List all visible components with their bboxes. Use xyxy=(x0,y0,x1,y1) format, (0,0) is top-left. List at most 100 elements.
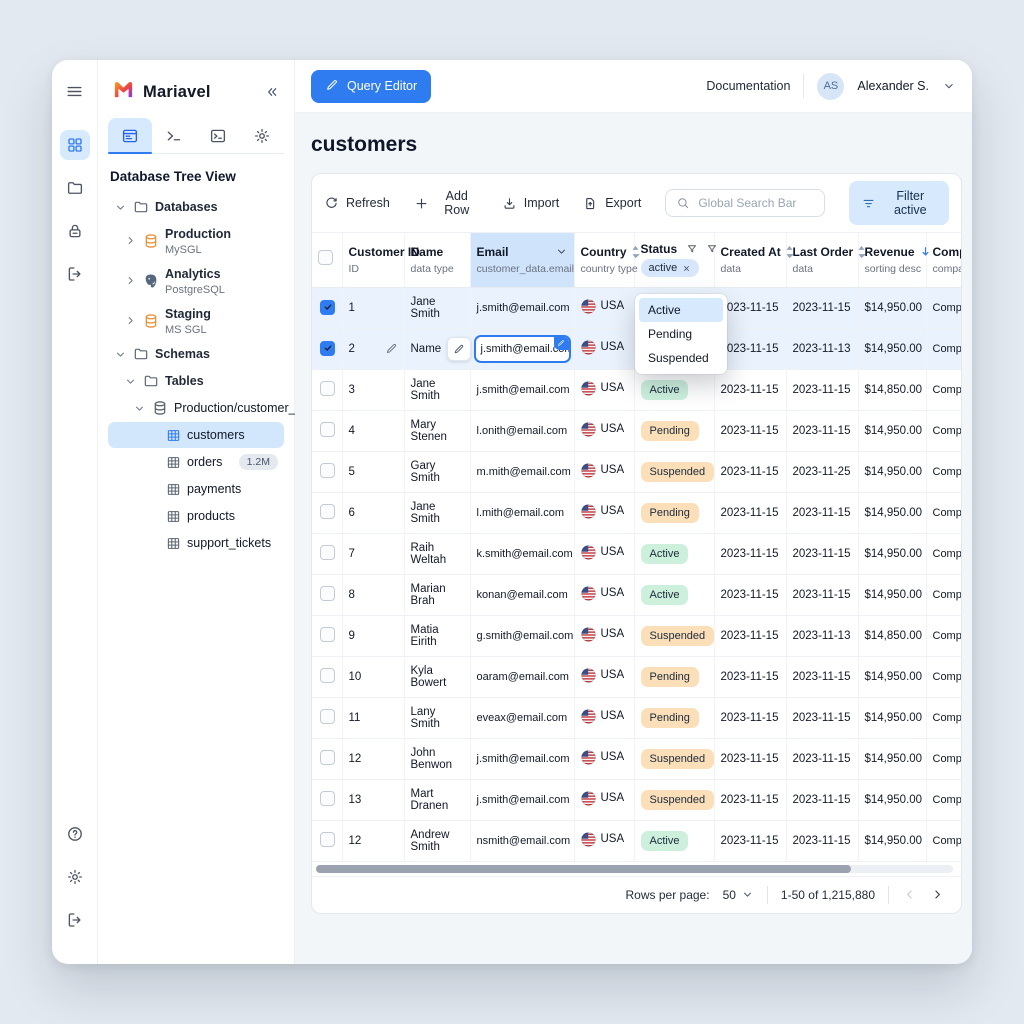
status-badge[interactable]: Suspended xyxy=(641,749,715,769)
cell-last-order[interactable]: 2023-11-15 xyxy=(786,779,858,820)
cell-email[interactable]: j.smith@email.com xyxy=(470,369,574,410)
cell-last-order[interactable]: 2023-11-15 xyxy=(786,656,858,697)
cell-email[interactable]: m.mith@email.com xyxy=(470,451,574,492)
checkbox-unchecked[interactable] xyxy=(320,627,335,642)
chevron-down-icon[interactable] xyxy=(942,79,956,93)
cell-country[interactable]: USA xyxy=(574,451,634,492)
cell-email[interactable]: eveax@email.com xyxy=(470,697,574,738)
cell-country[interactable]: USA xyxy=(574,820,634,861)
status-badge[interactable]: Suspended xyxy=(641,626,715,646)
sidebar-tab-terminal-window-icon[interactable] xyxy=(196,118,240,153)
cell-created-at[interactable]: 2023-11-15 xyxy=(714,615,786,656)
cell-country[interactable]: USA xyxy=(574,779,634,820)
tree-item-staging[interactable]: StagingMS SGL xyxy=(108,301,284,340)
column-header-revenue[interactable]: Revenuesorting desc xyxy=(858,233,926,287)
cell-country[interactable]: USA xyxy=(574,656,634,697)
tree-item-support-tickets[interactable]: support_tickets xyxy=(108,530,284,556)
cell-revenue[interactable]: $14,950.00 xyxy=(858,697,926,738)
cell-country[interactable]: USA xyxy=(574,697,634,738)
cell-company[interactable]: Company xyxy=(926,328,961,369)
cell-customer-id[interactable]: 12 xyxy=(342,820,404,861)
checkbox-unchecked[interactable] xyxy=(320,504,335,519)
status-badge[interactable]: Pending xyxy=(641,708,699,728)
tree-item-production-customer-data[interactable]: Production/customer_data xyxy=(108,395,284,421)
cell-last-order[interactable]: 2023-11-15 xyxy=(786,574,858,615)
cell-created-at[interactable]: 2023-11-15 xyxy=(714,574,786,615)
cell-status[interactable]: Suspended xyxy=(634,451,714,492)
rail-folder-icon[interactable] xyxy=(60,173,90,203)
cell-customer-id[interactable]: 4 xyxy=(342,410,404,451)
cell-name[interactable]: Jane Smith xyxy=(404,287,470,328)
status-badge[interactable]: Pending xyxy=(641,421,699,441)
cell-created-at[interactable]: 2023-11-15 xyxy=(714,369,786,410)
tree-item-analytics[interactable]: AnalyticsPostgreSQL xyxy=(108,261,284,300)
cell-last-order[interactable]: 2023-11-15 xyxy=(786,738,858,779)
checkbox-unchecked[interactable] xyxy=(320,668,335,683)
select-all-checkbox[interactable] xyxy=(312,233,342,287)
cell-customer-id[interactable]: 13 xyxy=(342,779,404,820)
cell-name[interactable]: Jane Smith xyxy=(404,369,470,410)
previous-page-button[interactable] xyxy=(902,887,917,902)
cell-customer-id[interactable]: 3 xyxy=(342,369,404,410)
checkbox-checked[interactable] xyxy=(320,341,335,356)
user-avatar[interactable]: AS xyxy=(817,73,844,100)
cell-created-at[interactable]: 2023-11-15 xyxy=(714,533,786,574)
cell-revenue[interactable]: $14,950.00 xyxy=(858,328,926,369)
rail-logout-icon[interactable] xyxy=(60,905,90,935)
checkbox-unchecked[interactable] xyxy=(320,750,335,765)
cell-company[interactable]: Company xyxy=(926,410,961,451)
close-icon[interactable] xyxy=(682,264,691,273)
cell-company[interactable]: Company xyxy=(926,492,961,533)
cell-company[interactable]: Company xyxy=(926,451,961,492)
status-badge[interactable]: Suspended xyxy=(641,462,715,482)
rail-lock-icon[interactable] xyxy=(60,216,90,246)
cell-name[interactable]: Jane Smith xyxy=(404,492,470,533)
hamburger-menu-icon[interactable] xyxy=(60,76,90,106)
cell-customer-id[interactable]: 1 xyxy=(342,287,404,328)
cell-name[interactable]: Mary Stenen xyxy=(404,410,470,451)
status-badge[interactable]: Active xyxy=(641,585,689,605)
cell-customer-id[interactable]: 10 xyxy=(342,656,404,697)
checkbox-unchecked[interactable] xyxy=(320,791,335,806)
column-header-last-order[interactable]: Last Orderdata xyxy=(786,233,858,287)
tree-item-databases[interactable]: Databases xyxy=(108,194,284,220)
column-header-country[interactable]: Countrycountry type xyxy=(574,233,634,287)
tree-item-products[interactable]: products xyxy=(108,503,284,529)
cell-country[interactable]: USA xyxy=(574,492,634,533)
cell-status[interactable]: Pending xyxy=(634,697,714,738)
user-name[interactable]: Alexander S. xyxy=(857,79,929,93)
sidebar-collapse-icon[interactable] xyxy=(264,84,280,100)
chevron-down-icon[interactable] xyxy=(133,402,146,415)
cell-created-at[interactable]: 2023-11-15 xyxy=(714,656,786,697)
cell-created-at[interactable]: 2023-11-15 xyxy=(714,492,786,533)
cell-country[interactable]: USA xyxy=(574,410,634,451)
chevron-right-icon[interactable] xyxy=(124,234,137,247)
cell-status[interactable]: Pending xyxy=(634,656,714,697)
cell-company[interactable]: Company xyxy=(926,656,961,697)
rail-help-icon[interactable] xyxy=(60,819,90,849)
cell-name[interactable]: Matia Eirith xyxy=(404,615,470,656)
dropdown-option-pending[interactable]: Pending xyxy=(639,322,723,346)
chevron-down-icon[interactable] xyxy=(114,201,127,214)
dropdown-option-active[interactable]: Active xyxy=(639,298,723,322)
column-header-status[interactable]: Statusactive xyxy=(634,233,714,287)
checkbox-unchecked[interactable] xyxy=(320,545,335,560)
cell-revenue[interactable]: $14,950.00 xyxy=(858,738,926,779)
cell-name[interactable]: Gary Smith xyxy=(404,451,470,492)
chevron-down-icon[interactable] xyxy=(114,348,127,361)
status-badge[interactable]: Pending xyxy=(641,503,699,523)
cell-last-order[interactable]: 2023-11-15 xyxy=(786,697,858,738)
rail-grid-icon[interactable] xyxy=(60,130,90,160)
cell-status[interactable]: Suspended xyxy=(634,615,714,656)
export-button[interactable]: Export xyxy=(583,196,641,211)
active-filter-chip[interactable]: active xyxy=(641,259,700,277)
chevron-right-icon[interactable] xyxy=(124,274,137,287)
cell-name-editing[interactable]: Name xyxy=(404,328,470,369)
cell-status[interactable]: Pending xyxy=(634,410,714,451)
tree-item-schemas[interactable]: Schemas xyxy=(108,341,284,367)
cell-name[interactable]: Raih Weltah xyxy=(404,533,470,574)
cell-revenue[interactable]: $14,850.00 xyxy=(858,369,926,410)
dropdown-option-suspended[interactable]: Suspended xyxy=(639,346,723,370)
cell-country[interactable]: USA xyxy=(574,615,634,656)
cell-revenue[interactable]: $14,950.00 xyxy=(858,492,926,533)
